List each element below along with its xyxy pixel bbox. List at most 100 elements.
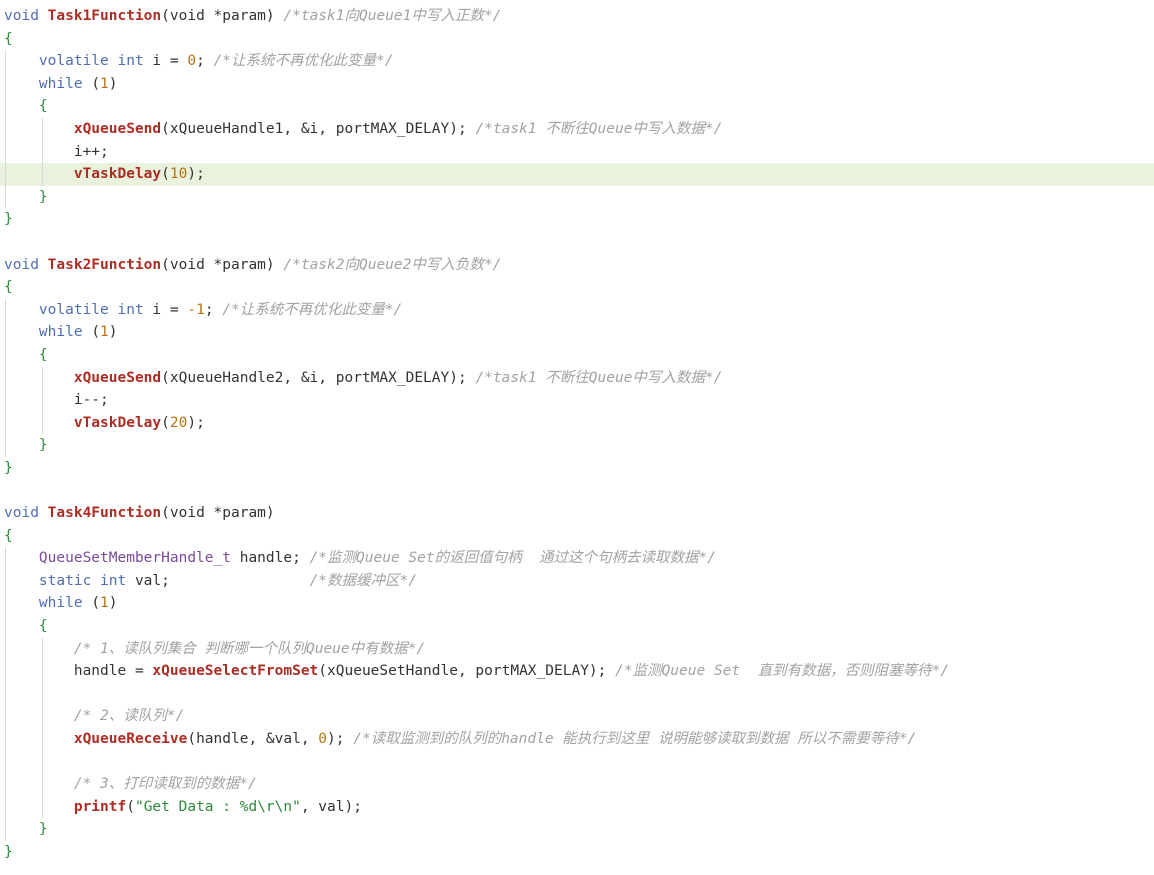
code-token: ( — [161, 166, 170, 183]
code-token: vTaskDelay — [73, 414, 162, 431]
code-token: /*task1向Queue1中写入正数*/ — [283, 8, 502, 24]
code-line[interactable]: /* 3、打印读取到的数据*/ — [0, 773, 1154, 796]
code-line[interactable]: { — [0, 525, 1154, 548]
indent-guide — [42, 728, 44, 751]
code-line[interactable]: void Task2Function(void *param) /*task2向… — [0, 254, 1154, 277]
code-token: xQueueSend — [73, 120, 162, 137]
code-token: , val); — [300, 798, 362, 815]
code-token: i++; — [73, 143, 109, 160]
code-token: void — [4, 8, 48, 24]
indent-guide — [5, 95, 6, 118]
code-token: while — [38, 75, 92, 92]
code-line[interactable]: } — [0, 818, 1154, 841]
code-token: 0 — [318, 731, 328, 747]
indent-guide — [42, 795, 44, 819]
code-line[interactable] — [0, 682, 1154, 706]
code-line[interactable] — [0, 231, 1154, 254]
code-token: static int — [38, 572, 135, 589]
code-token: 0 — [187, 53, 197, 70]
code-line[interactable]: { — [0, 343, 1154, 367]
code-token: Task1Function — [47, 8, 162, 24]
code-editor[interactable]: void Task1Function(void *param) /*task1向… — [0, 5, 1154, 875]
code-token: { — [38, 346, 48, 363]
indent-guide — [5, 660, 6, 683]
code-token: ( — [91, 595, 101, 612]
code-line[interactable]: i++; — [0, 140, 1154, 164]
indent-guide — [5, 705, 6, 728]
indent-guide — [5, 434, 6, 457]
code-line[interactable]: static int val; /*数据缓冲区*/ — [0, 569, 1154, 593]
code-line[interactable]: void Task1Function(void *param) /*task1向… — [0, 5, 1154, 28]
code-line[interactable]: while (1) — [0, 72, 1154, 96]
code-line[interactable]: i--; — [0, 389, 1154, 412]
code-line[interactable]: QueueSetMemberHandle_t handle; /*监测Queue… — [0, 547, 1154, 570]
code-line[interactable]: { — [0, 28, 1154, 51]
code-token: /* 3、打印读取到的数据*/ — [73, 776, 257, 793]
code-line[interactable]: /* 2、读队列*/ — [0, 705, 1154, 728]
indent-guide — [5, 366, 6, 390]
indent-guide — [42, 660, 44, 683]
code-line[interactable]: while (1) — [0, 321, 1154, 344]
code-line[interactable]: xQueueSend(xQueueHandle2, &i, portMAX_DE… — [0, 366, 1154, 390]
code-line[interactable]: { — [0, 95, 1154, 118]
code-line[interactable]: { — [0, 615, 1154, 638]
code-token: ) — [108, 595, 118, 612]
code-token: ( — [91, 324, 101, 341]
code-line[interactable]: } — [0, 841, 1154, 864]
code-token: { — [4, 527, 13, 544]
code-line[interactable]: } — [0, 457, 1154, 480]
code-token: ) — [108, 324, 118, 341]
code-line[interactable]: xQueueReceive(handle, &val, 0); /*读取监测到的… — [0, 728, 1154, 751]
indent-guide — [5, 592, 6, 616]
code-token: xQueueSend — [73, 369, 162, 386]
indent-guide — [42, 366, 44, 390]
indent-guide — [5, 411, 6, 435]
code-line[interactable]: } — [0, 434, 1154, 457]
code-token: ); — [187, 414, 205, 431]
indent-guide — [42, 773, 44, 796]
code-line[interactable]: volatile int i = 0; /*让系统不再优化此变量*/ — [0, 50, 1154, 73]
code-line[interactable]: xQueueSend(xQueueHandle1, &i, portMAX_DE… — [0, 117, 1154, 141]
code-token: -1 — [187, 301, 205, 318]
code-line[interactable]: } — [0, 208, 1154, 231]
code-line[interactable]: printf("Get Data : %d\r\n", val); — [0, 795, 1154, 819]
code-token: void — [4, 505, 48, 522]
code-line[interactable]: /* 1、读队列集合 判断哪一个队列Queue中有数据*/ — [0, 637, 1154, 661]
indent-guide — [5, 795, 6, 819]
code-line[interactable]: volatile int i = -1; /*让系统不再优化此变量*/ — [0, 298, 1154, 322]
code-line[interactable]: vTaskDelay(10); — [0, 163, 1154, 186]
code-token: (void *param) — [161, 8, 284, 24]
code-token: QueueSetMemberHandle_t — [38, 550, 240, 567]
code-line[interactable]: { — [0, 276, 1154, 299]
code-token: } — [4, 843, 13, 860]
indent-guide — [5, 185, 6, 209]
code-line[interactable]: } — [0, 185, 1154, 209]
code-token: } — [38, 437, 48, 454]
indent-guide — [5, 728, 6, 751]
code-line[interactable]: vTaskDelay(20); — [0, 411, 1154, 435]
code-line[interactable]: while (1) — [0, 592, 1154, 616]
code-token: volatile int — [38, 301, 153, 318]
code-line[interactable] — [0, 479, 1154, 502]
code-line[interactable]: void Task4Function(void *param) — [0, 502, 1154, 525]
code-line[interactable] — [0, 750, 1154, 774]
indent-guide — [5, 818, 6, 841]
code-token: /* 2、读队列*/ — [73, 708, 185, 725]
indent-guide — [42, 163, 44, 186]
code-line[interactable]: handle = xQueueSelectFromSet(xQueueSetHa… — [0, 660, 1154, 683]
